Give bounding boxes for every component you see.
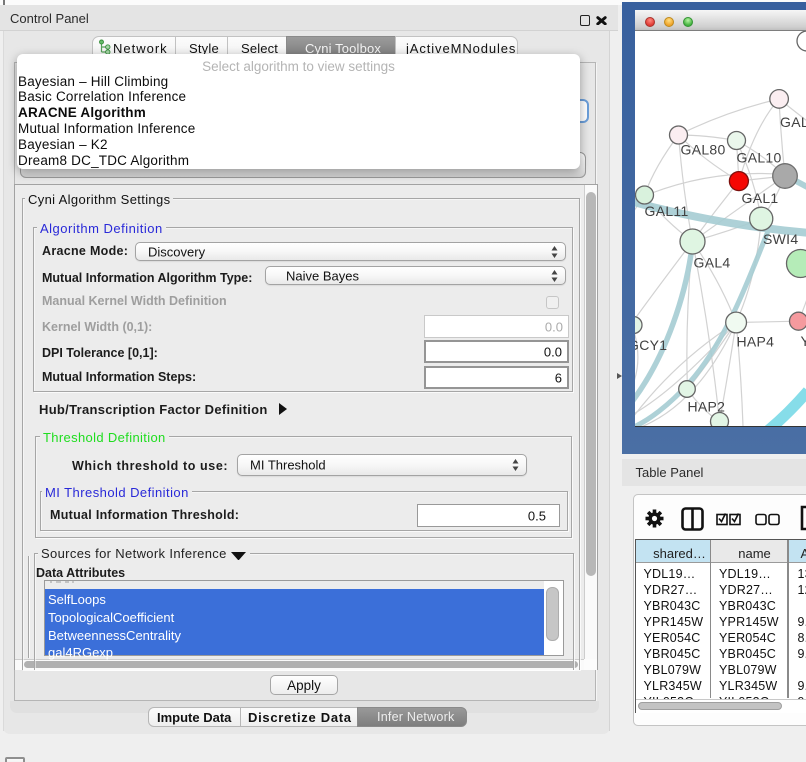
svg-text:SWI4: SWI4: [763, 231, 798, 247]
svg-text:GAL80: GAL80: [680, 141, 725, 157]
svg-text:GAL11: GAL11: [644, 203, 688, 219]
svg-text:GAL7: GAL7: [780, 114, 806, 130]
svg-text:HAP4: HAP4: [736, 333, 774, 349]
svg-text:Y: Y: [800, 333, 806, 349]
svg-text:GAL1: GAL1: [741, 190, 778, 206]
svg-text:GAL4: GAL4: [693, 254, 730, 270]
svg-text:HAP2: HAP2: [687, 398, 725, 414]
svg-text:GAL10: GAL10: [736, 149, 781, 165]
svg-text:GCY1: GCY1: [635, 337, 667, 353]
